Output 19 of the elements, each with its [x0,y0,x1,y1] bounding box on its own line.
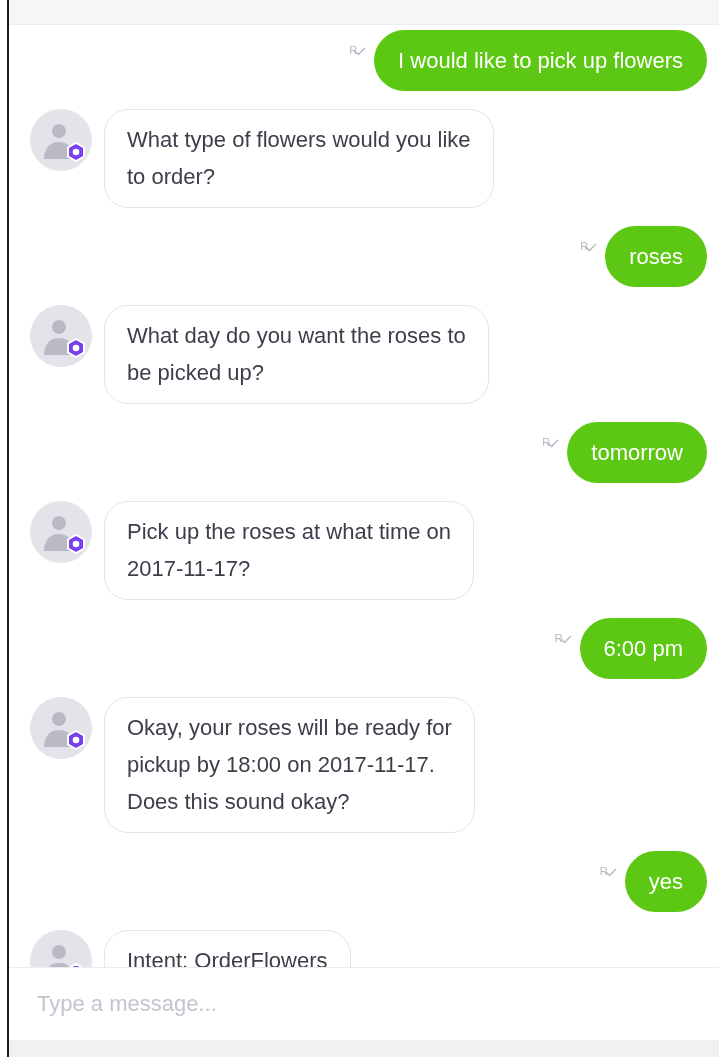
bot-message: What type of flowers would you like to order? [104,109,494,208]
user-message: tomorrow [567,422,707,483]
read-receipt-letter: R [554,631,563,644]
bot-message: What day do you want the roses to be picked up? [104,305,489,404]
user-message: roses [605,226,707,287]
user-message: I would like to pick up flowers [374,30,707,91]
bot-message: Okay, your roses will be ready for pickup by 18:00 on 2017-11-17. Does this sound okay? [104,697,475,833]
user-message: yes [624,851,707,912]
bot-avatar-icon [30,305,94,369]
bot-avatar-icon [30,501,94,565]
bot-message: Pick up the roses at what time on 2017-11-17? [104,501,475,600]
bot-avatar-icon [30,697,94,761]
read-receipt-letter: R [580,239,589,252]
bot-avatar-icon [30,109,94,173]
read-receipt-letter: R [599,864,608,877]
read-receipt-letter: R [542,435,551,448]
user-message: 6:00 pm [579,618,707,679]
message-field[interactable]: Type a message... [37,991,637,1017]
read-receipt-letter: R [349,43,358,56]
